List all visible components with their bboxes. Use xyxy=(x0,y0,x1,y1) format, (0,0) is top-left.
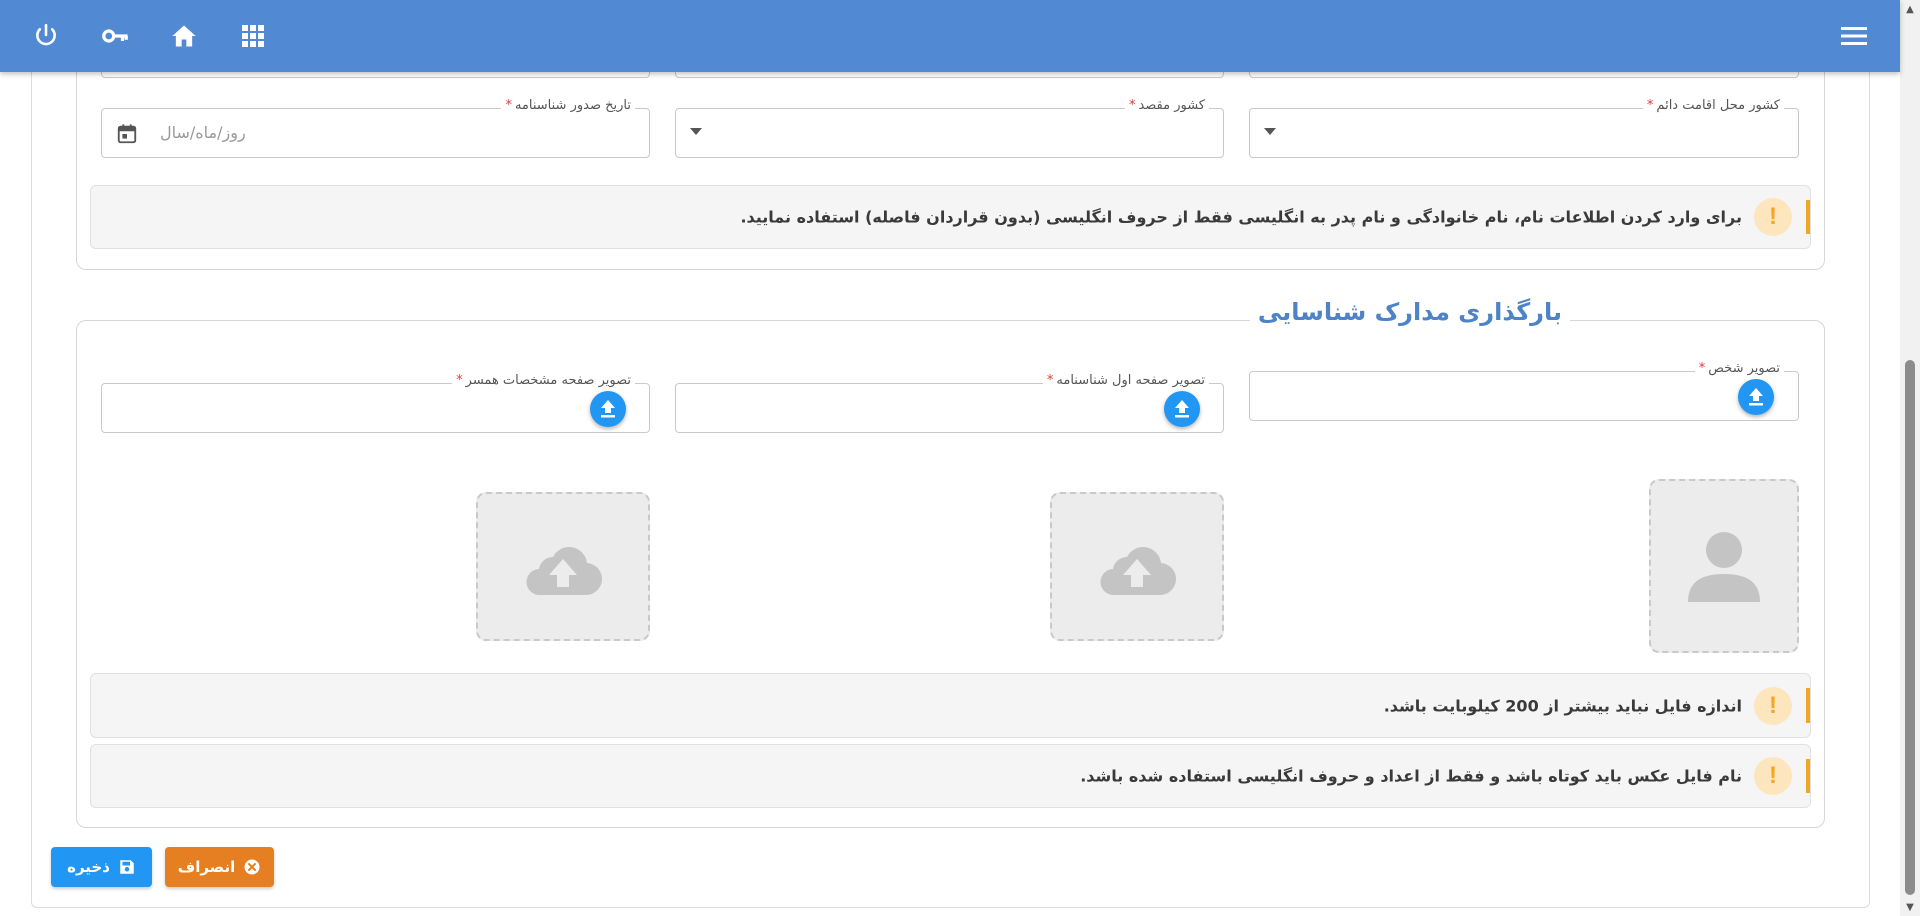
spouse-page-label: تصویر صفحه مشخصات همسر* xyxy=(452,373,635,388)
cancel-circle-icon xyxy=(243,858,261,876)
file-name-alert: ! نام فایل عکس باید کوتاه باشد و فقط از … xyxy=(90,744,1811,808)
home-icon[interactable] xyxy=(167,19,201,53)
upload-arrow-icon xyxy=(601,400,615,418)
cancel-button-label: انصراف xyxy=(177,858,236,876)
power-icon[interactable] xyxy=(29,19,63,53)
person-photo-upload-button[interactable] xyxy=(1738,379,1774,415)
upload-arrow-icon xyxy=(1175,400,1189,418)
scroll-up-icon[interactable]: ▲ xyxy=(1900,0,1920,18)
scroll-thumb[interactable] xyxy=(1905,360,1915,895)
residence-country-select[interactable]: کشور محل اقامت دائم* xyxy=(1249,98,1799,158)
issue-date-input[interactable]: تاریخ صدور شناسنامه* روز/ماه/سال xyxy=(101,98,650,158)
apps-grid-icon[interactable] xyxy=(236,19,270,53)
chevron-down-icon[interactable] xyxy=(690,128,702,135)
spouse-page-upload[interactable]: تصویر صفحه مشخصات همسر* xyxy=(101,373,650,433)
issue-date-placeholder: روز/ماه/سال xyxy=(160,123,246,142)
id-first-page-upload-button[interactable] xyxy=(1164,391,1200,427)
page-scrollbar[interactable]: ▲ ▼ xyxy=(1900,0,1920,916)
save-button-label: ذخیره xyxy=(67,858,110,876)
id-first-page-preview[interactable] xyxy=(1050,492,1224,641)
residence-country-label: کشور محل اقامت دائم* xyxy=(1642,98,1784,113)
alert-message: نام فایل عکس باید کوتاه باشد و فقط از اع… xyxy=(1080,766,1742,786)
alert-message: برای وارد کردن اطلاعات نام، نام خانوادگی… xyxy=(740,207,1742,227)
destination-country-select[interactable]: کشور مقصد* xyxy=(675,98,1224,158)
chevron-down-icon[interactable] xyxy=(1264,128,1276,135)
cloud-upload-icon xyxy=(1100,546,1177,595)
top-navbar xyxy=(0,0,1900,72)
alert-accent-bar xyxy=(1806,759,1810,793)
warning-icon: ! xyxy=(1754,757,1792,795)
save-icon xyxy=(118,858,136,876)
english-names-alert: ! برای وارد کردن اطلاعات نام، نام خانواد… xyxy=(90,185,1811,249)
file-size-alert: ! اندازه فایل نباید بیشتر از 200 کیلوبای… xyxy=(90,673,1811,738)
scroll-down-icon[interactable]: ▼ xyxy=(1900,898,1920,916)
cancel-button[interactable]: انصراف xyxy=(165,847,274,887)
spouse-page-upload-button[interactable] xyxy=(590,391,626,427)
cloud-upload-icon xyxy=(526,546,603,595)
id-first-page-upload[interactable]: تصویر صفحه اول شناسنامه* xyxy=(675,373,1224,433)
warning-icon: ! xyxy=(1754,198,1792,236)
person-photo-label: تصویر شخص* xyxy=(1694,361,1784,376)
issue-date-label: تاریخ صدور شناسنامه* xyxy=(501,98,635,113)
upload-arrow-icon xyxy=(1749,388,1763,406)
save-button[interactable]: ذخیره xyxy=(51,847,152,887)
alert-accent-bar xyxy=(1806,688,1810,723)
menu-icon[interactable] xyxy=(1837,19,1871,53)
alert-message: اندازه فایل نباید بیشتر از 200 کیلوبایت … xyxy=(1383,696,1742,715)
spouse-page-preview[interactable] xyxy=(476,492,650,641)
section-title: بارگذاری مدارک شناسایی xyxy=(1249,298,1570,326)
id-first-page-label: تصویر صفحه اول شناسنامه* xyxy=(1042,373,1209,388)
person-avatar-icon xyxy=(1688,532,1760,602)
key-icon[interactable] xyxy=(98,19,132,53)
person-photo-preview[interactable] xyxy=(1649,479,1799,653)
calendar-icon[interactable] xyxy=(114,121,140,147)
person-photo-upload[interactable]: تصویر شخص* xyxy=(1249,361,1799,421)
destination-country-label: کشور مقصد* xyxy=(1124,98,1209,113)
alert-accent-bar xyxy=(1806,200,1810,234)
warning-icon: ! xyxy=(1754,686,1792,725)
